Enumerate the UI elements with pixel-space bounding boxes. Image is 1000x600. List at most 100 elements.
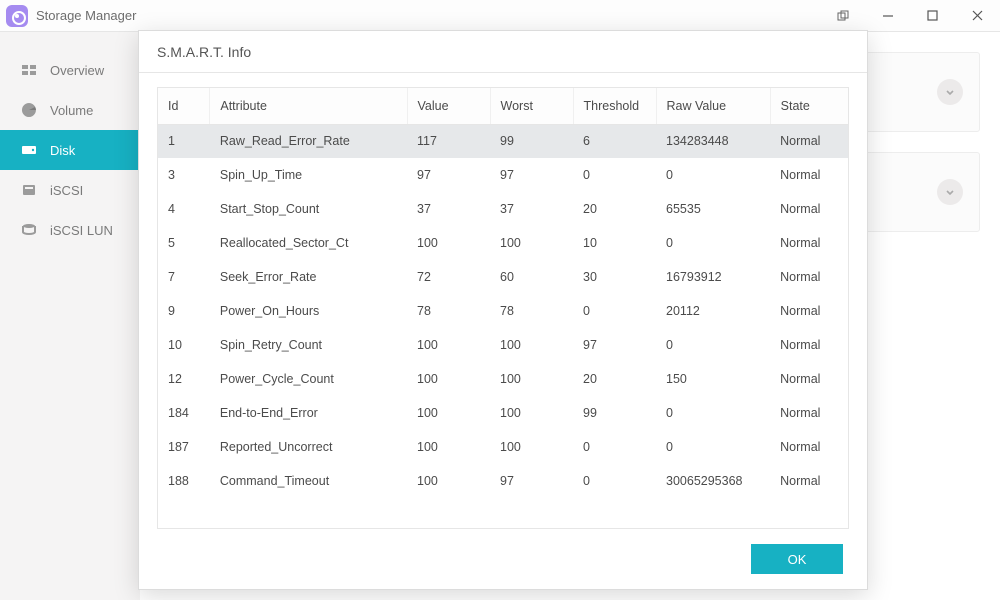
cell-worst: 100 <box>490 328 573 362</box>
table-row[interactable]: 7Seek_Error_Rate72603016793912Normal <box>158 260 848 294</box>
cell-raw: 0 <box>656 328 770 362</box>
minimize-button[interactable] <box>865 0 910 31</box>
cell-state: Normal <box>770 124 848 158</box>
table-row[interactable]: 1Raw_Read_Error_Rate117996134283448Norma… <box>158 124 848 158</box>
cell-state: Normal <box>770 260 848 294</box>
sidebar-item-label: Overview <box>50 63 104 78</box>
cell-raw: 20112 <box>656 294 770 328</box>
col-header-raw[interactable]: Raw Value <box>656 88 770 124</box>
cell-attribute: Spin_Retry_Count <box>210 328 407 362</box>
sidebar-item-label: Volume <box>50 103 93 118</box>
window-controls <box>820 0 1000 31</box>
titlebar: Storage Manager <box>0 0 1000 32</box>
cell-value: 100 <box>407 464 490 498</box>
col-header-id[interactable]: Id <box>158 88 210 124</box>
cell-attribute: Command_Timeout <box>210 464 407 498</box>
cell-state: Normal <box>770 294 848 328</box>
app-title: Storage Manager <box>36 8 136 23</box>
table-row[interactable]: 10Spin_Retry_Count100100970Normal <box>158 328 848 362</box>
cell-state: Normal <box>770 192 848 226</box>
col-header-worst[interactable]: Worst <box>490 88 573 124</box>
cell-value: 100 <box>407 396 490 430</box>
cell-raw: 16793912 <box>656 260 770 294</box>
cell-raw: 0 <box>656 430 770 464</box>
cell-attribute: Start_Stop_Count <box>210 192 407 226</box>
expand-button[interactable] <box>937 79 963 105</box>
col-header-value[interactable]: Value <box>407 88 490 124</box>
table-row[interactable]: 188Command_Timeout10097030065295368Norma… <box>158 464 848 498</box>
cell-attribute: Power_Cycle_Count <box>210 362 407 396</box>
cell-threshold: 99 <box>573 396 656 430</box>
cell-raw: 0 <box>656 158 770 192</box>
app-icon <box>6 5 28 27</box>
cell-attribute: Seek_Error_Rate <box>210 260 407 294</box>
cell-worst: 97 <box>490 158 573 192</box>
cell-raw: 30065295368 <box>656 464 770 498</box>
sidebar-item-label: iSCSI LUN <box>50 223 113 238</box>
sidebar-item-overview[interactable]: Overview <box>0 50 140 90</box>
cell-worst: 60 <box>490 260 573 294</box>
col-header-threshold[interactable]: Threshold <box>573 88 656 124</box>
cell-raw: 65535 <box>656 192 770 226</box>
cell-attribute: Reported_Uncorrect <box>210 430 407 464</box>
cell-value: 100 <box>407 328 490 362</box>
smart-table-scroll[interactable]: Id Attribute Value Worst Threshold Raw V… <box>157 87 849 529</box>
cell-id: 4 <box>158 192 210 226</box>
cell-worst: 100 <box>490 396 573 430</box>
cell-threshold: 0 <box>573 430 656 464</box>
cell-attribute: Raw_Read_Error_Rate <box>210 124 407 158</box>
sidebar-item-iscsi-lun[interactable]: iSCSI LUN <box>0 210 140 250</box>
cell-threshold: 97 <box>573 328 656 362</box>
dialog-footer: OK <box>139 529 867 589</box>
sidebar-item-label: iSCSI <box>50 183 83 198</box>
table-row[interactable]: 5Reallocated_Sector_Ct100100100Normal <box>158 226 848 260</box>
sidebar-item-volume[interactable]: Volume <box>0 90 140 130</box>
sidebar-item-disk[interactable]: Disk <box>0 130 140 170</box>
close-button[interactable] <box>955 0 1000 31</box>
sidebar-item-iscsi[interactable]: iSCSI <box>0 170 140 210</box>
cell-id: 187 <box>158 430 210 464</box>
cell-attribute: Reallocated_Sector_Ct <box>210 226 407 260</box>
table-row[interactable]: 9Power_On_Hours7878020112Normal <box>158 294 848 328</box>
iscsi-lun-icon <box>20 221 38 239</box>
col-header-state[interactable]: State <box>770 88 848 124</box>
cell-id: 184 <box>158 396 210 430</box>
cell-value: 100 <box>407 226 490 260</box>
table-row[interactable]: 4Start_Stop_Count37372065535Normal <box>158 192 848 226</box>
cell-worst: 37 <box>490 192 573 226</box>
cell-state: Normal <box>770 396 848 430</box>
cell-value: 100 <box>407 430 490 464</box>
cell-value: 97 <box>407 158 490 192</box>
col-header-attribute[interactable]: Attribute <box>210 88 407 124</box>
table-row[interactable]: 12Power_Cycle_Count10010020150Normal <box>158 362 848 396</box>
cell-value: 37 <box>407 192 490 226</box>
cell-value: 72 <box>407 260 490 294</box>
cell-threshold: 0 <box>573 158 656 192</box>
cell-worst: 78 <box>490 294 573 328</box>
cell-attribute: Spin_Up_Time <box>210 158 407 192</box>
cell-value: 117 <box>407 124 490 158</box>
detach-button[interactable] <box>820 0 865 31</box>
cell-threshold: 0 <box>573 464 656 498</box>
expand-button[interactable] <box>937 179 963 205</box>
smart-info-dialog: S.M.A.R.T. Info Id Attribute Value Worst… <box>138 30 868 590</box>
cell-id: 10 <box>158 328 210 362</box>
volume-icon <box>20 101 38 119</box>
cell-id: 9 <box>158 294 210 328</box>
ok-button[interactable]: OK <box>751 544 843 574</box>
sidebar-item-label: Disk <box>50 143 75 158</box>
cell-worst: 99 <box>490 124 573 158</box>
cell-id: 5 <box>158 226 210 260</box>
sidebar: Overview Volume Disk iSCSI iSCSI LUN <box>0 32 140 600</box>
cell-raw: 150 <box>656 362 770 396</box>
table-row[interactable]: 187Reported_Uncorrect10010000Normal <box>158 430 848 464</box>
table-row[interactable]: 3Spin_Up_Time979700Normal <box>158 158 848 192</box>
cell-id: 3 <box>158 158 210 192</box>
cell-id: 188 <box>158 464 210 498</box>
maximize-button[interactable] <box>910 0 955 31</box>
dialog-title: S.M.A.R.T. Info <box>139 31 867 73</box>
cell-id: 1 <box>158 124 210 158</box>
table-row[interactable]: 184End-to-End_Error100100990Normal <box>158 396 848 430</box>
cell-worst: 100 <box>490 362 573 396</box>
cell-threshold: 30 <box>573 260 656 294</box>
